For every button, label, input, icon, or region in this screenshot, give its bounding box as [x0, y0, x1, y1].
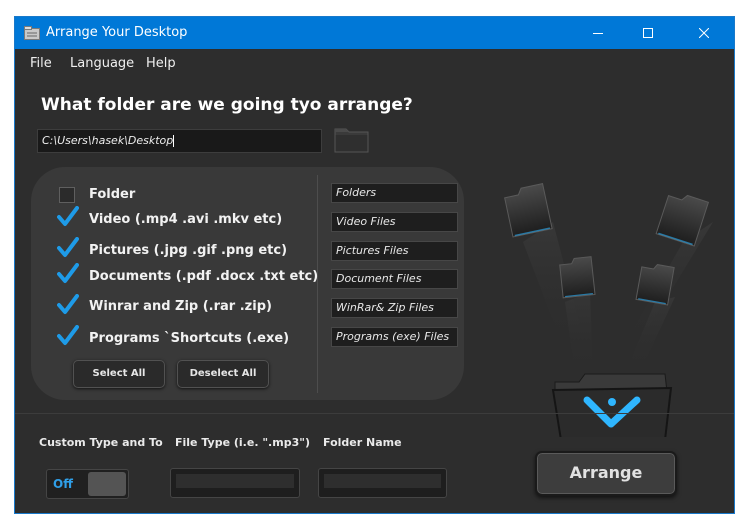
- category-label-video: Video (.mp4 .avi .mkv etc): [89, 212, 283, 227]
- checkmark-icon: [57, 263, 79, 283]
- text-caret: [173, 135, 175, 147]
- file-type-label: File Type (i.e. ".mp3"): [175, 436, 310, 449]
- folder-name-input[interactable]: [318, 468, 447, 498]
- section-divider: [15, 413, 734, 414]
- category-label-pictures: Pictures (.jpg .gif .png etc): [89, 243, 288, 258]
- title-bar[interactable]: Arrange Your Desktop: [15, 17, 734, 49]
- checkmark-icon: [57, 294, 79, 314]
- folder-name-field-documents[interactable]: Document Files: [331, 269, 458, 289]
- menu-language[interactable]: Language: [70, 56, 134, 71]
- deselect-all-button[interactable]: Deselect All: [177, 360, 269, 388]
- checkmark-icon: [57, 206, 79, 226]
- checkbox-folder[interactable]: [59, 187, 75, 203]
- category-label-folder: Folder: [89, 187, 136, 202]
- custom-type-label: Custom Type and To: [39, 436, 163, 449]
- folder-name-field-video[interactable]: Video Files: [331, 212, 458, 232]
- checkbox-box: [59, 187, 75, 203]
- app-window: Arrange Your Desktop File Language Help …: [14, 16, 735, 514]
- folder-name-input-value: [324, 474, 441, 488]
- checkbox-video[interactable]: [57, 206, 79, 227]
- maximize-button[interactable]: [625, 17, 671, 49]
- toggle-knob: [88, 472, 126, 496]
- checkbox-pictures[interactable]: [57, 237, 79, 258]
- category-label-winrar: Winrar and Zip (.rar .zip): [89, 299, 272, 314]
- category-label-programs: Programs `Shortcuts (.exe): [89, 331, 290, 346]
- checkmark-icon: [57, 325, 79, 345]
- categories-panel: Folder Video (.mp4 .avi .mkv etc) Pictur…: [31, 167, 464, 400]
- file-type-input[interactable]: [170, 468, 300, 498]
- page-heading: What folder are we going tyo arrange?: [41, 95, 413, 115]
- minimize-icon: [593, 33, 603, 34]
- maximize-icon: [643, 28, 653, 38]
- custom-type-toggle[interactable]: Off: [46, 469, 129, 499]
- panel-divider: [317, 175, 318, 393]
- arrange-folders-illustration: [504, 183, 713, 437]
- checkmark-icon: [57, 237, 79, 257]
- folder-name-field-pictures[interactable]: Pictures Files: [331, 241, 458, 261]
- close-button[interactable]: [681, 17, 727, 49]
- folder-path-value: C:\Users\hasek\Desktop: [42, 134, 174, 147]
- minimize-button[interactable]: [575, 17, 621, 49]
- file-type-input-value: [176, 474, 294, 488]
- window-title: Arrange Your Desktop: [46, 25, 188, 40]
- folder-name-field-programs[interactable]: Programs (exe) Files: [331, 327, 458, 347]
- menu-bar: File Language Help: [15, 49, 734, 75]
- menu-file[interactable]: File: [30, 56, 52, 71]
- folder-name-field-folders[interactable]: Folders: [331, 183, 458, 203]
- main-folder-icon: [551, 373, 673, 437]
- folder-name-field-winrar[interactable]: WinRar& Zip Files: [331, 298, 458, 318]
- checkbox-documents[interactable]: [57, 263, 79, 284]
- checkbox-programs[interactable]: [57, 325, 79, 346]
- select-all-button[interactable]: Select All: [73, 360, 165, 388]
- folder-path-input[interactable]: C:\Users\hasek\Desktop: [37, 129, 322, 153]
- menu-help[interactable]: Help: [146, 56, 176, 71]
- arrange-button[interactable]: Arrange: [535, 451, 677, 496]
- category-label-documents: Documents (.pdf .docx .txt etc): [89, 269, 319, 284]
- close-icon: [699, 28, 709, 38]
- folder-name-label: Folder Name: [323, 436, 402, 449]
- browse-folder-icon[interactable]: [334, 125, 369, 153]
- checkbox-winrar[interactable]: [57, 294, 79, 315]
- app-icon: [24, 26, 40, 40]
- toggle-state-label: Off: [53, 477, 73, 491]
